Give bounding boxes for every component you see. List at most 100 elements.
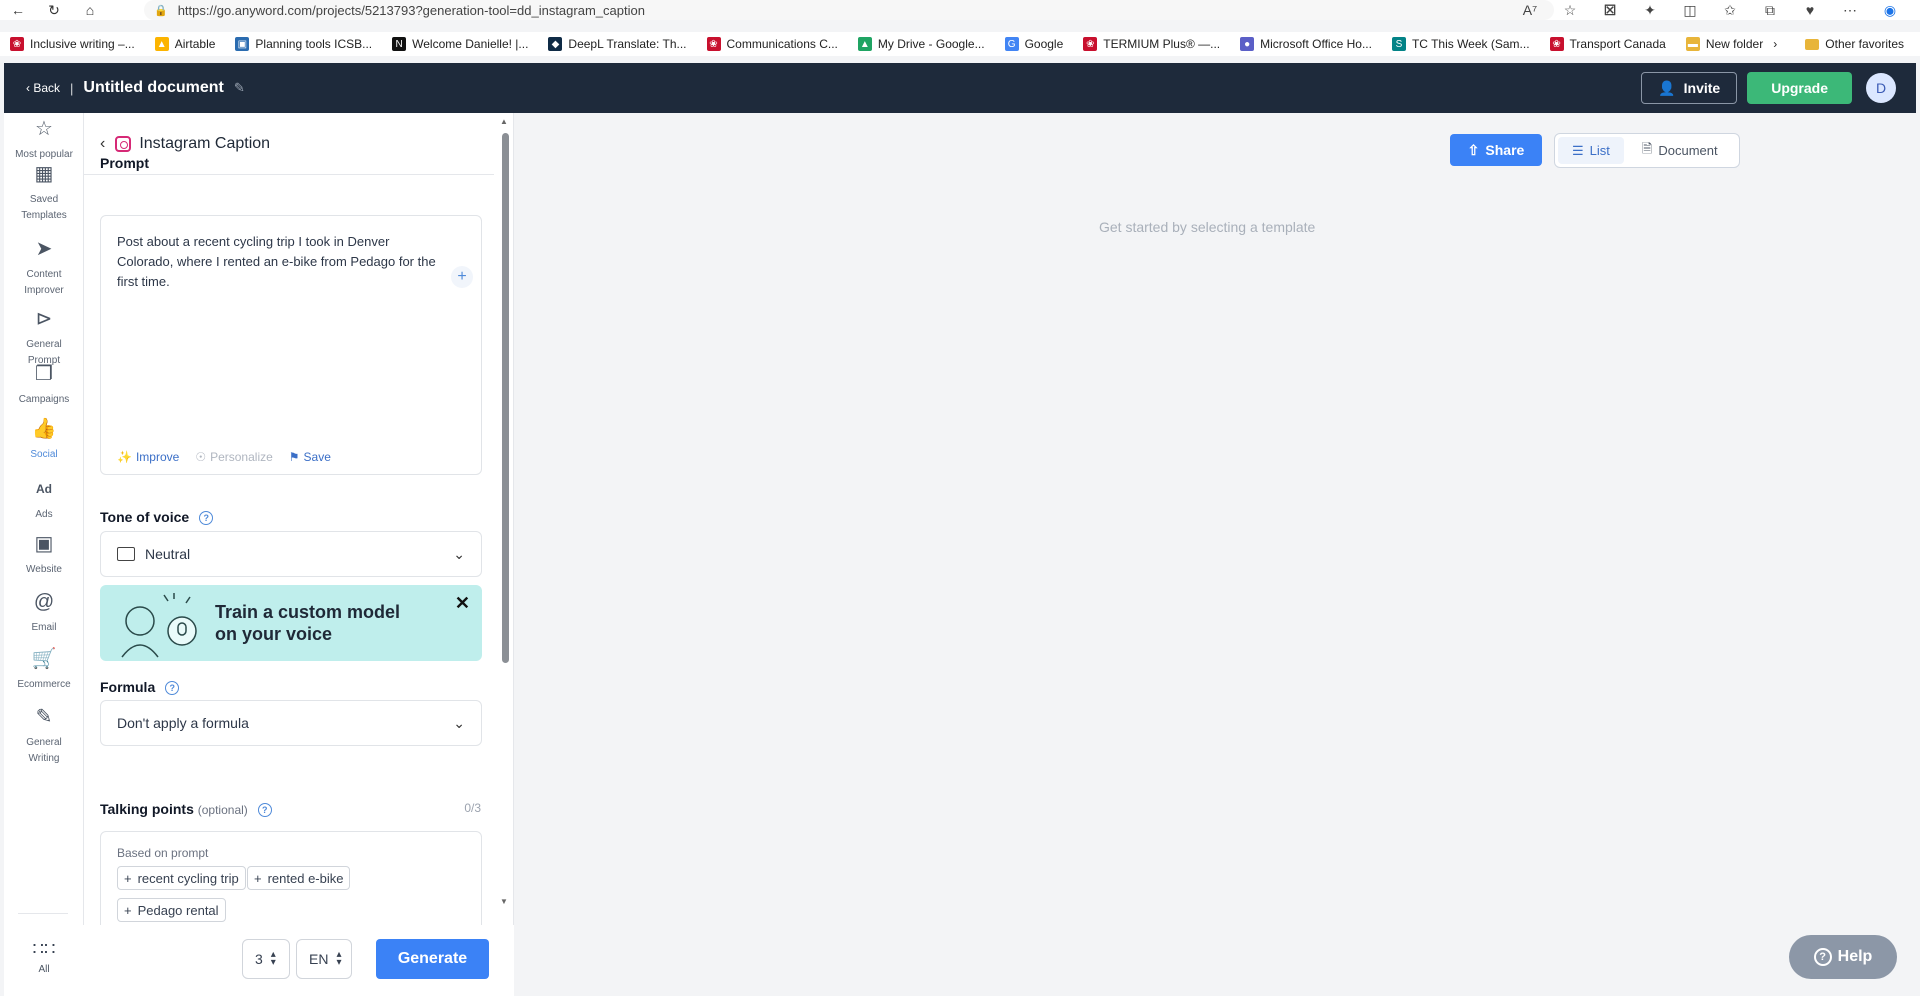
help-button[interactable]: ? Help [1789,935,1897,979]
rail-item-label: Social [30,449,58,460]
rail-item[interactable]: ✎ General Writing [4,707,84,767]
browser-window-icon: ▣ [34,533,54,555]
sharepoint-icon: S [1391,37,1406,51]
chevron-right-icon[interactable]: › [1773,37,1777,51]
back-link[interactable]: ‹ Back [26,81,60,95]
output-count-select[interactable]: 3 ▴ ▾ [242,939,290,979]
drive-icon: ▲ [857,37,872,51]
bookmark-label: Airtable [174,37,216,51]
more-menu-icon[interactable]: ⋯ [1830,0,1870,20]
help-label: Help [1837,948,1873,965]
rail-item[interactable]: ▦ Saved Templates [4,164,84,224]
personalize-label: Personalize [210,450,273,464]
bookmark-item[interactable]: ● Microsoft Office Ho... [1240,37,1372,51]
talking-point-chip[interactable]: + Pedago rental [117,898,226,922]
rail-item[interactable]: @ Email [4,591,84,636]
excel-extension-icon[interactable]: ☒ [1590,0,1630,20]
bookmark-label: My Drive - Google... [877,37,985,51]
bookmark-item[interactable]: ▲ Airtable [154,37,216,51]
home-icon[interactable]: ⌂ [72,0,108,20]
bookmark-item[interactable]: ◆ DeepL Translate: Th... [548,37,687,51]
favorites-icon[interactable]: ✩ [1710,0,1750,20]
upgrade-button[interactable]: Upgrade [1747,72,1852,104]
close-icon[interactable]: ✕ [455,593,470,614]
panel-scrollbar[interactable]: ▲ ▼ [500,117,510,907]
share-button[interactable]: ⇧ Share [1450,134,1542,166]
custom-voice-promo[interactable]: Train a custom model on your voice ✕ [100,585,482,661]
prompt-label: Prompt [100,155,149,171]
rail-item[interactable]: ⊳ General Prompt [4,309,84,369]
copilot-icon[interactable]: ◉ [1870,0,1910,20]
help-question-icon[interactable]: ? [165,681,180,696]
bookmark-item[interactable]: ▲ My Drive - Google... [857,37,985,51]
rail-item[interactable]: ▣ Website [4,533,84,578]
chip-label: recent cycling trip [137,870,239,886]
document-title[interactable]: Untitled document [83,79,223,97]
personalize-button[interactable]: ☉ Personalize [195,450,272,464]
split-screen-icon[interactable]: ◫ [1670,0,1710,20]
extensions-icon[interactable]: ✦ [1630,0,1670,20]
help-question-icon[interactable]: ? [257,803,272,818]
bookmark-item[interactable]: ▣ Planning tools ICSB... [235,37,372,51]
talking-point-chip[interactable]: + recent cycling trip [117,866,246,890]
save-prompt-button[interactable]: ⚑ Save [289,450,331,464]
bookmark-item[interactable]: ❀ Communications C... [706,37,838,51]
bookmarks-bar: ❀ Inclusive writing –... ▲ Airtable ▣ Plannin… [0,32,1920,56]
rail-item[interactable]: Ad Ads [4,481,84,523]
bookmark-item[interactable]: N Welcome Danielle! |... [392,37,528,51]
at-sign-icon: @ [33,591,55,613]
rail-item[interactable]: ☆ Most popular [4,119,84,163]
folder-icon: ▬ [1685,37,1700,51]
bookmark-item[interactable]: S TC This Week (Sam... [1391,37,1530,51]
optional-label: (optional) [197,803,248,817]
talking-points-label: Talking points (optional)? [100,801,272,818]
help-question-icon[interactable]: ? [199,511,214,526]
other-favorites[interactable]: › Other favorites [1773,32,1904,56]
talking-point-chip[interactable]: + rented e-bike [247,866,351,890]
bookmark-item[interactable]: ❀ Transport Canada [1549,37,1666,51]
scroll-thumb[interactable] [502,133,509,663]
improve-button[interactable]: ✨ Improve [117,450,179,464]
rail-item[interactable]: ➤ Content Improver [4,239,84,299]
invite-button[interactable]: 👤 Invite [1641,72,1738,104]
generate-button[interactable]: Generate [376,939,489,979]
back-arrow-icon[interactable]: ← [0,0,36,20]
refresh-icon[interactable]: ↻ [36,0,72,20]
bookmark-item[interactable]: G Google [1004,37,1063,51]
avatar[interactable]: D [1866,73,1896,103]
edit-pencil-icon[interactable]: ✎ [234,80,245,96]
planning-icon: ▣ [235,37,250,51]
collections-icon[interactable]: ⧉ [1750,0,1790,20]
scroll-down-icon[interactable]: ▼ [500,897,508,906]
bookmark-item[interactable]: ❀ Inclusive writing –... [10,37,135,51]
prompt-textarea[interactable]: Post about a recent cycling trip I took … [100,215,482,475]
read-aloud-icon[interactable]: A⁷ [1510,0,1550,20]
chip-label: rented e-bike [267,870,344,886]
chevron-left-icon[interactable]: ‹ [100,135,105,153]
document-view-tab[interactable]: 🗎 Document [1628,137,1732,164]
rail-item[interactable]: 🛒 Ecommerce [4,649,84,693]
all-templates-button[interactable]: ∷∷ All [4,925,84,996]
lock-icon: 🔒 [154,4,168,17]
rail-item[interactable]: 👍 Social [4,419,84,463]
talking-points-caption: Based on prompt [117,846,209,860]
all-label: All [38,964,50,975]
browser-essentials-icon[interactable]: ♥ [1790,0,1830,20]
add-plus-icon[interactable]: + [451,266,473,288]
browser-actions: A⁷ ☆ ☒ ✦ ◫ ✩ ⧉ ♥ ⋯ ◉ [1510,0,1910,20]
formula-select[interactable]: Don't apply a formula ⌄ [100,700,482,746]
list-view-tab[interactable]: ☰ List [1558,137,1624,164]
address-bar[interactable]: 🔒 https://go.anyword.com/projects/521379… [144,0,1554,20]
favorite-star-icon[interactable]: ☆ [1550,0,1590,20]
rail-item-label: Ecommerce [17,679,71,690]
rail-item[interactable]: ❐ Campaigns [4,364,84,408]
bookmark-item[interactable]: ▬ New folder [1685,37,1763,51]
language-select[interactable]: EN ▴ ▾ [296,939,352,979]
url-text: https://go.anyword.com/projects/5213793?… [177,2,645,18]
tone-select[interactable]: Neutral ⌄ [100,531,482,577]
user-icon: 👤 [1658,79,1676,96]
share-label: Share [1485,142,1525,158]
results-area [514,113,1916,996]
bookmark-item[interactable]: ❀ TERMIUM Plus® —... [1083,37,1220,51]
scroll-up-icon[interactable]: ▲ [500,117,508,126]
